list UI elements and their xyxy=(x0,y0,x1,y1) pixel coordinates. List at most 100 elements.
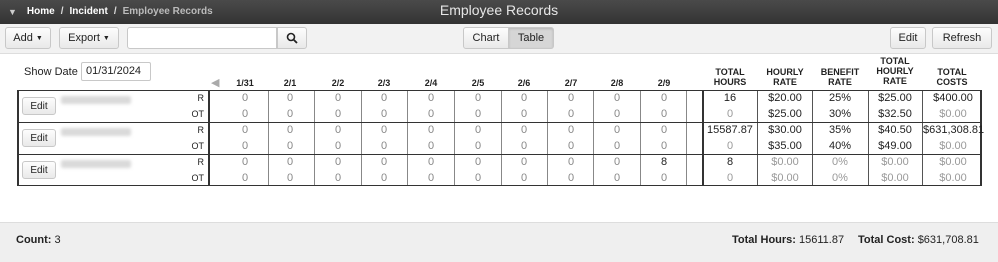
day-hours-cell[interactable]: 0 xyxy=(267,139,313,153)
day-hours-cell[interactable]: 0 xyxy=(408,91,454,105)
day-hours-cell[interactable]: 0 xyxy=(455,91,501,105)
day-hours-cell[interactable]: 0 xyxy=(501,91,547,105)
day-hours-cell[interactable]: 0 xyxy=(222,155,268,169)
day-hours-cell[interactable]: 8 xyxy=(641,155,687,169)
header-date: 2/2 xyxy=(331,78,345,88)
day-hours-cell[interactable]: 0 xyxy=(267,107,313,121)
total-cost-label: Total Cost: xyxy=(858,234,915,246)
row-type-label: R xyxy=(197,93,205,103)
total-hourly-rate-cell: $25.00 xyxy=(878,92,912,104)
day-hours-cell[interactable]: 0 xyxy=(548,155,594,169)
hourly-rate-cell: $20.00 xyxy=(768,92,802,104)
day-hours-cell[interactable]: 0 xyxy=(641,91,687,105)
day-hours-cell[interactable]: 0 xyxy=(267,123,313,137)
day-hours-cell[interactable]: 0 xyxy=(315,91,361,105)
header-date: 2/1 xyxy=(283,78,297,88)
benefit-rate-cell: 35% xyxy=(828,124,852,136)
day-hours-cell[interactable]: 0 xyxy=(641,171,687,185)
day-hours-cell[interactable]: 0 xyxy=(501,171,547,185)
redacted-employee-name xyxy=(61,160,131,168)
day-hours-cell[interactable]: 0 xyxy=(455,107,501,121)
day-hours-cell[interactable]: 0 xyxy=(501,123,547,137)
day-hours-cell[interactable]: 0 xyxy=(641,139,687,153)
add-button[interactable]: Add ▼ xyxy=(5,27,51,49)
edit-employee-button[interactable]: Edit xyxy=(22,129,56,147)
day-hours-cell[interactable]: 0 xyxy=(408,139,454,153)
day-hours-cell[interactable]: 0 xyxy=(222,171,268,185)
day-hours-cell[interactable]: 0 xyxy=(361,107,407,121)
day-hours-cell[interactable]: 0 xyxy=(548,139,594,153)
day-hours-cell[interactable]: 0 xyxy=(501,139,547,153)
day-hours-cell[interactable]: 0 xyxy=(267,155,313,169)
day-hours-cell[interactable]: 0 xyxy=(408,155,454,169)
day-hours-cell[interactable]: 0 xyxy=(548,91,594,105)
edit-employee-button[interactable]: Edit xyxy=(22,97,56,115)
chart-view-button[interactable]: Chart xyxy=(463,27,509,49)
day-hours-cell[interactable]: 0 xyxy=(548,107,594,121)
row-type-label: OT xyxy=(191,109,205,119)
export-button-label: Export xyxy=(68,32,100,44)
day-hours-cell[interactable]: 0 xyxy=(594,107,640,121)
day-hours-cell[interactable]: 0 xyxy=(455,139,501,153)
day-hours-cell[interactable]: 0 xyxy=(408,171,454,185)
day-hours-cell[interactable]: 0 xyxy=(501,155,547,169)
total-cost-summary: Total Cost: $631,708.81 xyxy=(858,234,979,246)
show-date-input[interactable]: 01/31/2024 xyxy=(81,62,151,81)
day-hours-cell[interactable]: 0 xyxy=(641,107,687,121)
previous-dates-arrow-icon[interactable]: ◀ xyxy=(211,76,219,89)
refresh-button[interactable]: Refresh xyxy=(932,27,992,49)
header-benefit-rate-line: RATE xyxy=(828,77,852,87)
day-hours-cell[interactable]: 0 xyxy=(594,171,640,185)
day-hours-cell[interactable]: 0 xyxy=(315,123,361,137)
total-hourly-rate-cell: $49.00 xyxy=(878,140,912,152)
title-bar: ▼ Home / Incident / Employee Records Emp… xyxy=(0,0,998,24)
export-button[interactable]: Export ▼ xyxy=(59,27,119,49)
day-hours-cell[interactable]: 0 xyxy=(222,107,268,121)
count-summary: Count: 3 xyxy=(16,234,61,246)
day-hours-cell[interactable]: 0 xyxy=(315,155,361,169)
total-hours-value: 15611.87 xyxy=(799,234,845,246)
header-total-hourly-rate-line: TOTAL xyxy=(880,56,910,66)
redacted-employee-name xyxy=(61,128,131,136)
day-hours-cell[interactable]: 0 xyxy=(594,91,640,105)
day-hours-cell[interactable]: 0 xyxy=(455,171,501,185)
day-hours-cell[interactable]: 0 xyxy=(361,91,407,105)
header-total-costs-line: TOTAL xyxy=(937,67,967,77)
caret-down-icon: ▼ xyxy=(102,34,110,42)
day-hours-cell[interactable]: 0 xyxy=(315,107,361,121)
header-total-hours: TOTAL HOURS xyxy=(706,67,754,87)
day-hours-cell[interactable]: 0 xyxy=(315,139,361,153)
day-hours-cell[interactable]: 0 xyxy=(594,155,640,169)
day-hours-cell[interactable]: 0 xyxy=(222,123,268,137)
total-hours-cell: 0 xyxy=(726,108,734,120)
day-hours-cell[interactable]: 0 xyxy=(594,139,640,153)
day-hours-cell[interactable]: 0 xyxy=(267,91,313,105)
day-hours-cell[interactable]: 0 xyxy=(455,123,501,137)
day-hours-cell[interactable]: 0 xyxy=(594,123,640,137)
day-hours-cell[interactable]: 0 xyxy=(361,171,407,185)
show-date-label: Show Date xyxy=(24,66,78,78)
total-hourly-rate-cell: $40.50 xyxy=(878,124,912,136)
day-hours-cell[interactable]: 0 xyxy=(548,171,594,185)
day-hours-cell[interactable]: 0 xyxy=(361,139,407,153)
header-date: 2/9 xyxy=(657,78,671,88)
day-hours-cell[interactable]: 0 xyxy=(361,155,407,169)
edit-employee-button[interactable]: Edit xyxy=(22,161,56,179)
total-costs-cell: $0.00 xyxy=(939,172,967,184)
column-divider xyxy=(208,90,210,186)
day-hours-cell[interactable]: 0 xyxy=(548,123,594,137)
day-hours-cell[interactable]: 0 xyxy=(408,107,454,121)
day-hours-cell[interactable]: 0 xyxy=(222,91,268,105)
day-hours-cell[interactable]: 0 xyxy=(222,139,268,153)
day-hours-cell[interactable]: 0 xyxy=(315,171,361,185)
day-hours-cell[interactable]: 0 xyxy=(641,123,687,137)
day-hours-cell[interactable]: 0 xyxy=(501,107,547,121)
day-hours-cell[interactable]: 0 xyxy=(267,171,313,185)
edit-toolbar-button[interactable]: Edit xyxy=(890,27,926,49)
day-hours-cell[interactable]: 0 xyxy=(408,123,454,137)
day-hours-cell[interactable]: 0 xyxy=(455,155,501,169)
day-hours-cell[interactable]: 0 xyxy=(361,123,407,137)
table-view-button[interactable]: Table xyxy=(509,27,554,49)
search-input[interactable] xyxy=(127,27,277,49)
search-button[interactable] xyxy=(277,27,307,49)
